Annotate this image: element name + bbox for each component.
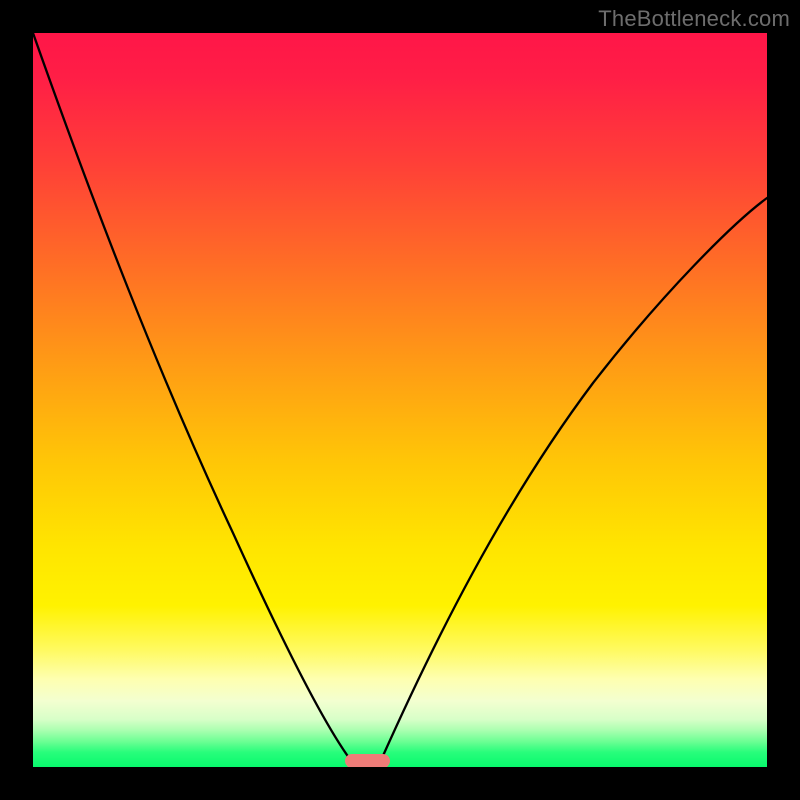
optimal-marker xyxy=(345,754,390,767)
plot-area xyxy=(33,33,767,767)
chart-frame: TheBottleneck.com xyxy=(0,0,800,800)
watermark-text: TheBottleneck.com xyxy=(598,6,790,32)
gradient-background xyxy=(33,33,767,767)
